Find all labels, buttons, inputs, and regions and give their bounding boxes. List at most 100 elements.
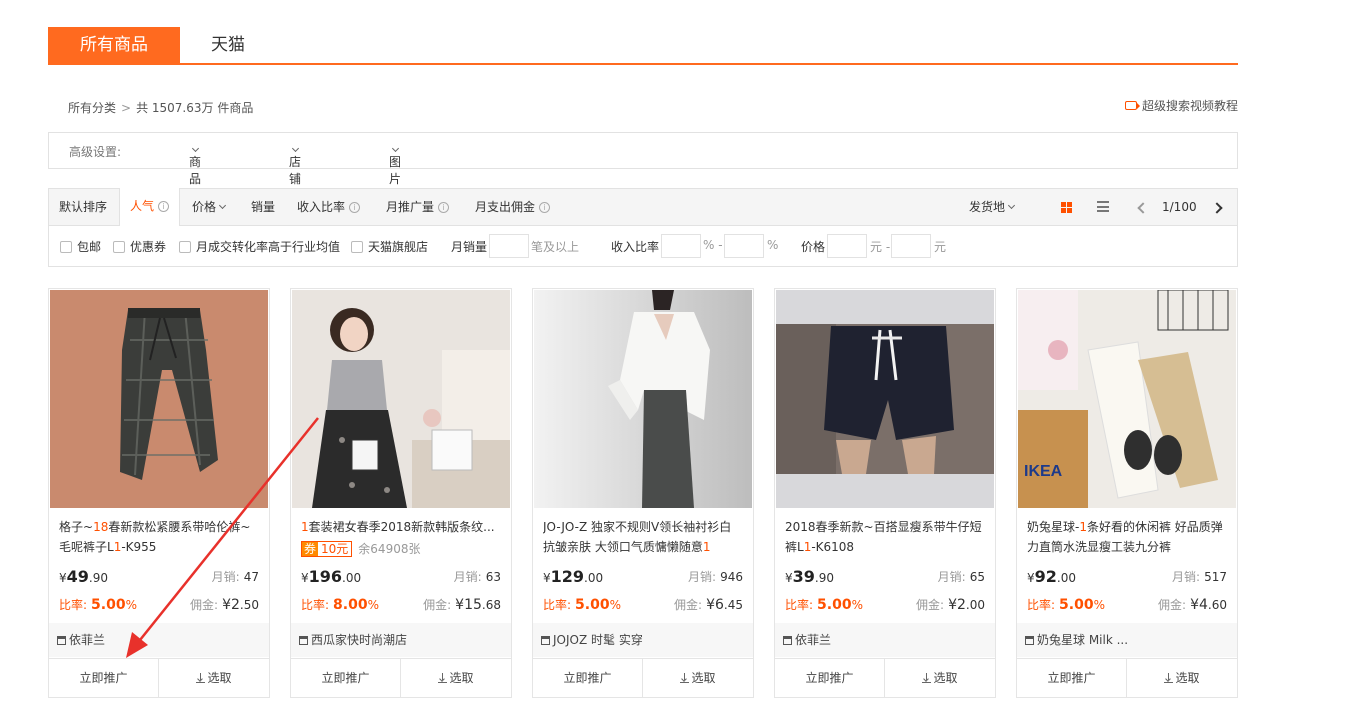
shop-name[interactable]: 西瓜家快时尚潮店: [291, 623, 511, 657]
ship-from-dropdown[interactable]: 发货地: [969, 189, 1016, 225]
coupon-info[interactable]: 券 10元 余64908张: [301, 540, 420, 557]
commission: 佣金: ¥15.68: [423, 596, 501, 613]
comm-decimal: .60: [1207, 598, 1227, 612]
price-integer: 196: [308, 567, 343, 586]
promote-button[interactable]: 立即推广: [775, 659, 885, 698]
sort-monthly-commission[interactable]: 月支出佣金 i: [475, 189, 551, 225]
product-title[interactable]: 奶兔星球-1条好看的休闲裤 好品质弹力直筒水洗显瘦工装九分裤: [1027, 517, 1227, 557]
price: ¥129.00: [543, 567, 603, 586]
chevron-down-icon: [218, 201, 227, 210]
tab-all-goods[interactable]: 所有商品: [48, 27, 180, 63]
commission: 佣金: ¥4.60: [1158, 596, 1227, 613]
card-actions: 立即推广 选取: [775, 658, 995, 698]
checkbox-box[interactable]: [113, 240, 125, 253]
sort-monthly-promo[interactable]: 月推广量 i: [386, 189, 450, 225]
sort-popular[interactable]: 人气 i: [119, 188, 181, 226]
promote-button[interactable]: 立即推广: [49, 659, 159, 698]
conversion-checkbox[interactable]: 月成交转化率高于行业均值: [179, 238, 340, 255]
video-tutorial-link[interactable]: 超级搜索视频教程: [1124, 97, 1238, 114]
image-requirements-dropdown[interactable]: 图片要求: [389, 143, 401, 220]
sort-income-rate[interactable]: 收入比率 i: [297, 189, 361, 225]
price-max-input[interactable]: [891, 234, 931, 258]
product-image[interactable]: [534, 290, 752, 508]
rate-value: 5.00: [1059, 597, 1094, 613]
promote-button[interactable]: 立即推广: [533, 659, 643, 698]
pick-button[interactable]: 选取: [885, 659, 995, 698]
grid-view-icon[interactable]: [1061, 202, 1072, 213]
yen-sign: ¥: [301, 571, 309, 585]
pick-button[interactable]: 选取: [159, 659, 269, 698]
download-icon: [438, 673, 448, 683]
chevron-down-icon: [1007, 201, 1016, 210]
promote-button[interactable]: 立即推广: [291, 659, 401, 698]
product-image[interactable]: [776, 290, 994, 508]
tab-tmall[interactable]: 天猫: [180, 27, 276, 63]
coupon-value: 10元: [321, 541, 349, 556]
comm-decimal: .45: [723, 598, 743, 612]
chevron-down-icon: [391, 144, 400, 153]
checkbox-box[interactable]: [179, 240, 191, 253]
product-card[interactable]: 2018春季新款~百搭显瘦系带牛仔短裤L1-K6108 ¥39.90 月销: 65…: [774, 288, 996, 698]
product-title[interactable]: JO-JO-Z 独家不规则V领长袖衬衫白抗皱亲肤 大领口气质慵懒随意1: [543, 517, 743, 557]
free-shipping-checkbox[interactable]: 包邮: [60, 238, 101, 255]
pick-button[interactable]: 选取: [401, 659, 511, 698]
prev-page-icon[interactable]: [1137, 202, 1149, 214]
monthly-sales-input[interactable]: [489, 234, 529, 258]
monthly-sales: 月销: 946: [688, 568, 743, 585]
yuan-label: 元: [934, 240, 947, 254]
coupon-checkbox[interactable]: 优惠券: [113, 238, 166, 255]
card-actions: 立即推广 选取: [1017, 658, 1237, 698]
video-tutorial-label: 超级搜索视频教程: [1141, 99, 1238, 113]
comm-integer: 4: [1198, 597, 1208, 613]
price-decimal: .90: [88, 571, 108, 585]
price-min-input[interactable]: [827, 234, 867, 258]
product-title[interactable]: 2018春季新款~百搭显瘦系带牛仔短裤L1-K6108: [785, 517, 985, 557]
shop-requirements-dropdown[interactable]: 店铺要求: [289, 143, 301, 220]
next-page-icon[interactable]: [1211, 202, 1223, 214]
shop-name[interactable]: 依菲兰: [49, 623, 269, 657]
tmall-flagship-checkbox[interactable]: 天猫旗舰店: [351, 238, 428, 255]
title-text: -K955: [121, 540, 157, 554]
shop-name[interactable]: 奶兔星球 Milk ...: [1017, 623, 1237, 657]
pick-label: 选取: [1175, 671, 1200, 685]
comm-label: 佣金:: [916, 598, 945, 612]
pick-button[interactable]: 选取: [643, 659, 753, 698]
product-image[interactable]: [292, 290, 510, 508]
product-title[interactable]: 1套装裙女春季2018新款韩版条纹...: [301, 517, 501, 537]
income-rate-min-input[interactable]: [661, 234, 701, 258]
comm-label: 佣金:: [423, 598, 452, 612]
product-image[interactable]: IKEA: [1018, 290, 1236, 508]
free-shipping-label: 包邮: [77, 240, 102, 254]
income-rate-max-input[interactable]: [724, 234, 764, 258]
list-view-icon[interactable]: [1097, 201, 1109, 212]
pick-button[interactable]: 选取: [1127, 659, 1237, 698]
shop-name[interactable]: JOJOZ 时髦 实穿: [533, 623, 753, 657]
sort-price[interactable]: 价格: [192, 189, 227, 225]
sales-label: 月销:: [937, 570, 966, 584]
shop-label: JOJOZ 时髦 实穿: [553, 633, 643, 647]
shop-name[interactable]: 依菲兰: [775, 623, 995, 657]
title-highlight: 18: [93, 520, 109, 534]
product-card[interactable]: 1套装裙女春季2018新款韩版条纹... 券 10元 余64908张 ¥196.0…: [290, 288, 512, 698]
checkbox-box[interactable]: [351, 240, 363, 253]
title-highlight: 1: [702, 540, 711, 554]
commission-rate: 比率: 8.00%: [301, 596, 379, 613]
product-card[interactable]: 格子~18春新款松紧腰系带哈伦裤~毛呢裤子L1-K955 ¥49.90 月销: 4…: [48, 288, 270, 698]
promote-button[interactable]: 立即推广: [1017, 659, 1127, 698]
comm-integer: 2: [230, 597, 240, 613]
yen-sign: ¥: [455, 597, 465, 613]
product-card[interactable]: JO-JO-Z 独家不规则V领长袖衬衫白抗皱亲肤 大领口气质慵懒随意1 ¥129…: [532, 288, 754, 698]
denim-shorts-image: [776, 290, 994, 508]
yen-sign: ¥: [543, 571, 551, 585]
sort-sales[interactable]: 销量: [251, 189, 275, 225]
product-card[interactable]: IKEA 奶兔星球-1条好看的休闲裤 好品质弹力直筒水洗显瘦工装九分裤 ¥92.…: [1016, 288, 1238, 698]
breadcrumb-root[interactable]: 所有分类: [68, 101, 116, 115]
rate-label: 比率:: [59, 598, 88, 612]
product-title[interactable]: 格子~18春新款松紧腰系带哈伦裤~毛呢裤子L1-K955: [59, 517, 259, 557]
goods-requirements-dropdown[interactable]: 商品要求: [189, 143, 201, 220]
sort-default[interactable]: 默认排序: [59, 189, 107, 225]
product-image[interactable]: [50, 290, 268, 508]
plaid-pants-image: [50, 290, 268, 508]
rate-label: 比率:: [1027, 598, 1056, 612]
checkbox-box[interactable]: [60, 240, 72, 253]
